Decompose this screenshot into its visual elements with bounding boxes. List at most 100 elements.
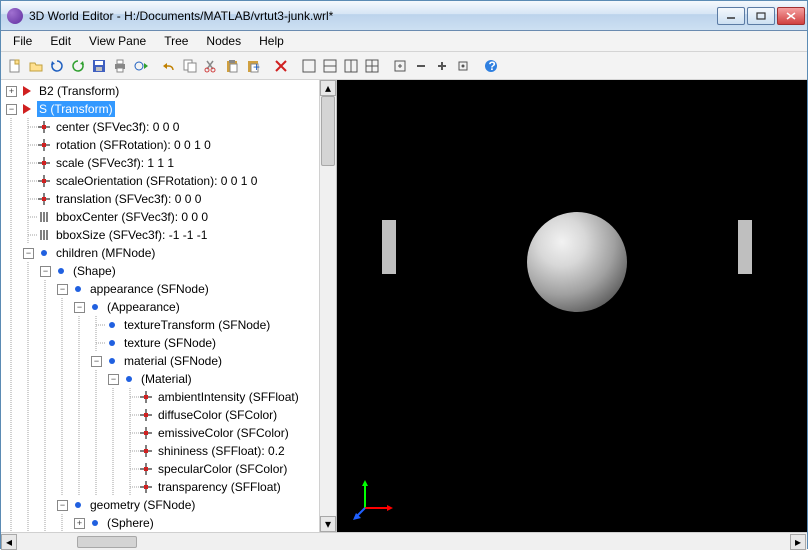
tree-row[interactable]: rotation (SFRotation): 0 0 1 0 xyxy=(3,136,336,154)
tree-row[interactable]: − appearance (SFNode) xyxy=(3,280,336,298)
toolbar-new-file[interactable] xyxy=(5,56,25,76)
tree-label[interactable]: S (Transform) xyxy=(37,101,115,117)
tree-row[interactable]: texture (SFNode) xyxy=(3,334,336,352)
tree-label[interactable]: bboxSize (SFVec3f): -1 -1 -1 xyxy=(54,227,209,243)
toolbar-delete[interactable] xyxy=(271,56,291,76)
scroll-down-arrow[interactable]: ▾ xyxy=(320,516,336,532)
toolbar-layout-2v[interactable] xyxy=(341,56,361,76)
expand-icon[interactable]: + xyxy=(6,86,17,97)
tree-row[interactable]: translation (SFVec3f): 0 0 0 xyxy=(3,190,336,208)
tree-label[interactable]: rotation (SFRotation): 0 0 1 0 xyxy=(54,137,213,153)
tree-label[interactable]: diffuseColor (SFColor) xyxy=(156,407,279,423)
tree-row[interactable]: diffuseColor (SFColor) xyxy=(3,406,336,424)
tree-row[interactable]: − geometry (SFNode) xyxy=(3,496,336,514)
tree-vertical-scrollbar[interactable]: ▴ ▾ xyxy=(319,80,336,532)
tree-label[interactable]: center (SFVec3f): 0 0 0 xyxy=(54,119,181,135)
tree-row[interactable]: transparency (SFFloat) xyxy=(3,478,336,496)
tree-row[interactable]: − (Shape) xyxy=(3,262,336,280)
toolbar-zoom-in[interactable] xyxy=(432,56,452,76)
tree-label[interactable]: geometry (SFNode) xyxy=(88,497,197,513)
toolbar-print[interactable] xyxy=(110,56,130,76)
toolbar-layout-1[interactable] xyxy=(299,56,319,76)
tree-label[interactable]: (Shape) xyxy=(71,263,118,279)
collapse-icon[interactable]: − xyxy=(57,284,68,295)
tree-row[interactable]: − material (SFNode) xyxy=(3,352,336,370)
collapse-icon[interactable]: − xyxy=(108,374,119,385)
tree-label[interactable]: (Sphere) xyxy=(105,515,156,531)
tree-label[interactable]: emissiveColor (SFColor) xyxy=(156,425,291,441)
tree-row[interactable]: ambientIntensity (SFFloat) xyxy=(3,388,336,406)
tree-row[interactable]: textureTransform (SFNode) xyxy=(3,316,336,334)
menu-edit[interactable]: Edit xyxy=(42,32,79,50)
hscroll-thumb[interactable] xyxy=(77,536,137,548)
tree-horizontal-scrollbar[interactable]: ◂ ▸ xyxy=(1,532,807,550)
close-button[interactable] xyxy=(777,7,805,25)
tree-label[interactable]: appearance (SFNode) xyxy=(88,281,211,297)
tree-label[interactable]: (Appearance) xyxy=(105,299,182,315)
collapse-icon[interactable]: − xyxy=(57,500,68,511)
tree[interactable]: + B2 (Transform) − S (Transform) center (SFV… xyxy=(1,80,336,532)
toolbar-layout-2h[interactable] xyxy=(320,56,340,76)
tree-label[interactable]: material (SFNode) xyxy=(122,353,224,369)
tree-row[interactable]: bboxSize (SFVec3f): -1 -1 -1 xyxy=(3,226,336,244)
tree-label[interactable]: transparency (SFFloat) xyxy=(156,479,283,495)
tree-row[interactable]: scaleOrientation (SFRotation): 0 0 1 0 xyxy=(3,172,336,190)
tree-label[interactable]: bboxCenter (SFVec3f): 0 0 0 xyxy=(54,209,210,225)
tree-row[interactable]: scale (SFVec3f): 1 1 1 xyxy=(3,154,336,172)
toolbar-layout-4[interactable] xyxy=(362,56,382,76)
collapse-icon[interactable]: − xyxy=(40,266,51,277)
tree-label[interactable]: scaleOrientation (SFRotation): 0 0 1 0 xyxy=(54,173,259,189)
toolbar-paste-special[interactable]: + xyxy=(243,56,263,76)
maximize-button[interactable] xyxy=(747,7,775,25)
menu-view-pane[interactable]: View Pane xyxy=(81,32,154,50)
tree-row[interactable]: emissiveColor (SFColor) xyxy=(3,424,336,442)
scroll-thumb[interactable] xyxy=(321,96,335,166)
tree-row[interactable]: bboxCenter (SFVec3f): 0 0 0 xyxy=(3,208,336,226)
tree-label[interactable]: (Material) xyxy=(139,371,194,387)
tree-row[interactable]: − (Appearance) xyxy=(3,298,336,316)
toolbar-reload-green[interactable] xyxy=(68,56,88,76)
tree-row[interactable]: − S (Transform) xyxy=(3,100,336,118)
collapse-icon[interactable]: − xyxy=(91,356,102,367)
toolbar-refresh[interactable] xyxy=(47,56,67,76)
tree-row[interactable]: specularColor (SFColor) xyxy=(3,460,336,478)
tree-row[interactable]: − children (MFNode) xyxy=(3,244,336,262)
toolbar-copy[interactable] xyxy=(180,56,200,76)
toolbar-save[interactable] xyxy=(89,56,109,76)
toolbar-zoom-out[interactable] xyxy=(411,56,431,76)
viewport-3d[interactable] xyxy=(337,80,807,532)
toolbar-open-file[interactable] xyxy=(26,56,46,76)
tree-label[interactable]: B2 (Transform) xyxy=(37,83,121,99)
tree-label[interactable]: ambientIntensity (SFFloat) xyxy=(156,389,301,405)
tree-label[interactable]: translation (SFVec3f): 0 0 0 xyxy=(54,191,203,207)
tree-label[interactable]: textureTransform (SFNode) xyxy=(122,317,272,333)
toolbar-zoom-reset[interactable] xyxy=(453,56,473,76)
toolbar-undo[interactable] xyxy=(159,56,179,76)
tree-row[interactable]: center (SFVec3f): 0 0 0 xyxy=(3,118,336,136)
tree-label[interactable]: scale (SFVec3f): 1 1 1 xyxy=(54,155,176,171)
tree-row[interactable]: − (Material) xyxy=(3,370,336,388)
menu-help[interactable]: Help xyxy=(251,32,292,50)
tree-label[interactable]: children (MFNode) xyxy=(54,245,157,261)
menu-tree[interactable]: Tree xyxy=(156,32,196,50)
minimize-button[interactable] xyxy=(717,7,745,25)
toolbar-world-step[interactable] xyxy=(131,56,151,76)
tree-row[interactable]: + (Sphere) xyxy=(3,514,336,532)
toolbar-help[interactable]: ? xyxy=(481,56,501,76)
collapse-icon[interactable]: − xyxy=(23,248,34,259)
menu-file[interactable]: File xyxy=(5,32,40,50)
tree-label[interactable]: specularColor (SFColor) xyxy=(156,461,289,477)
toolbar-paste[interactable] xyxy=(222,56,242,76)
scroll-left-arrow[interactable]: ◂ xyxy=(1,534,17,550)
tree-label[interactable]: texture (SFNode) xyxy=(122,335,218,351)
collapse-icon[interactable]: − xyxy=(74,302,85,313)
collapse-icon[interactable]: − xyxy=(6,104,17,115)
menu-nodes[interactable]: Nodes xyxy=(198,32,249,50)
tree-row[interactable]: shininess (SFFloat): 0.2 xyxy=(3,442,336,460)
toolbar-cut[interactable] xyxy=(201,56,221,76)
scroll-up-arrow[interactable]: ▴ xyxy=(320,80,336,96)
tree-row[interactable]: + B2 (Transform) xyxy=(3,82,336,100)
tree-label[interactable]: shininess (SFFloat): 0.2 xyxy=(156,443,287,459)
toolbar-fit[interactable] xyxy=(390,56,410,76)
expand-icon[interactable]: + xyxy=(74,518,85,529)
